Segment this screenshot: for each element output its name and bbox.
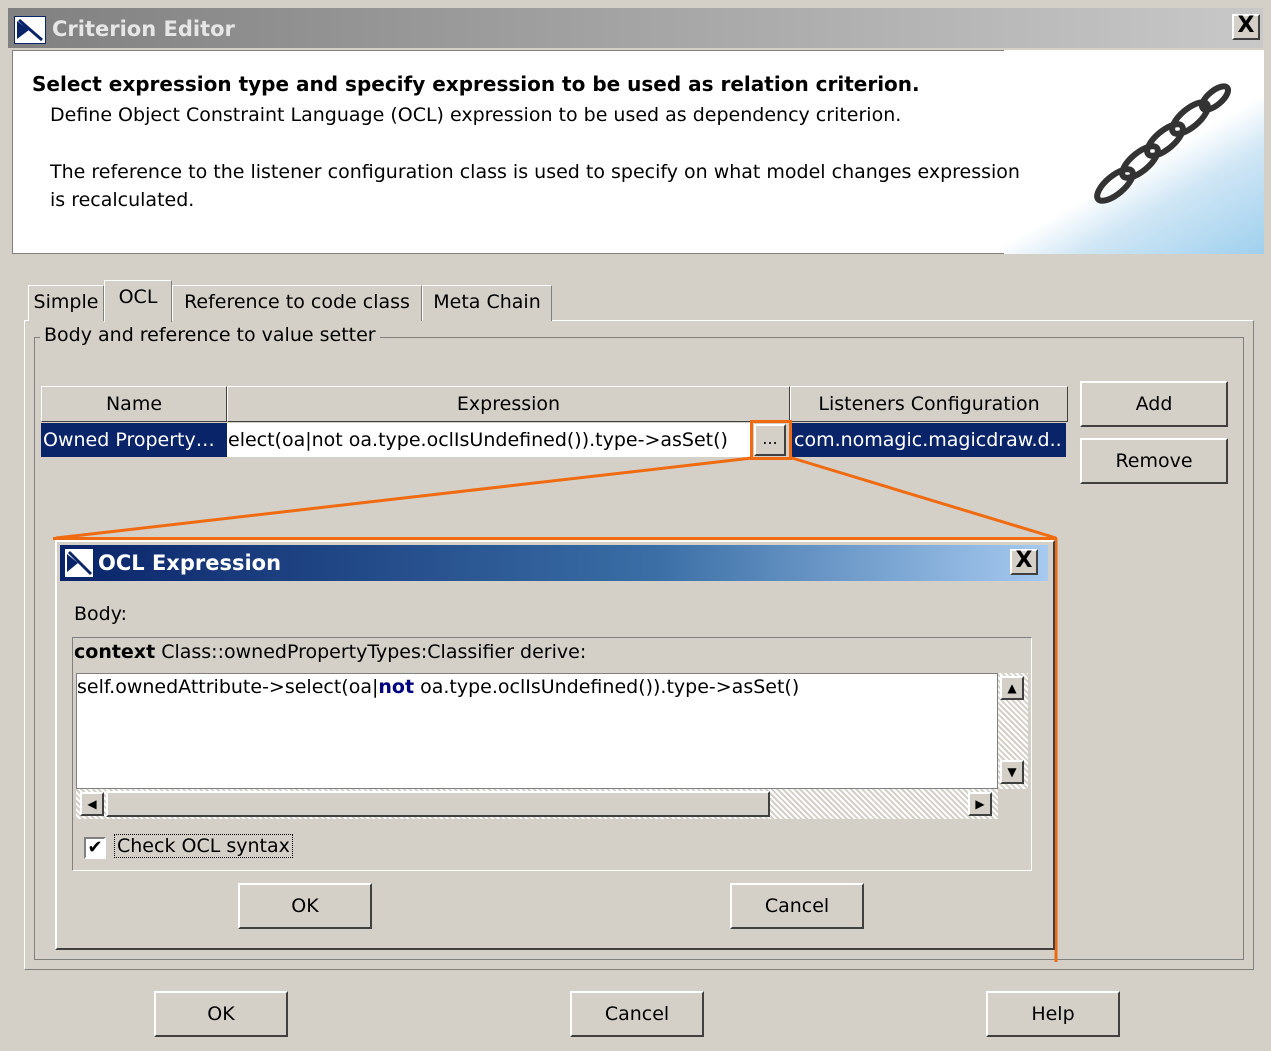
scroll-up-button[interactable]: ▲ [1000,676,1024,700]
scroll-right-button[interactable]: ▶ [968,792,992,816]
ocl-cancel-button[interactable]: Cancel [730,883,864,929]
context-line: context Class::ownedPropertyTypes:Classi… [74,641,586,663]
context-keyword: context [74,641,156,663]
ocl-close-button[interactable]: X [1010,549,1038,575]
ocl-dialog-title: OCL Expression [98,551,282,575]
horizontal-scroll-thumb[interactable] [106,791,770,817]
ocl-app-icon [64,548,94,578]
ok-button[interactable]: OK [154,991,288,1037]
scroll-down-button[interactable]: ▼ [1000,760,1024,784]
help-button[interactable]: Help [986,991,1120,1037]
ocl-ok-button[interactable]: OK [238,883,372,929]
check-ocl-syntax-checkbox[interactable]: ✔ [84,837,106,859]
expression-text-part1: self.ownedAttribute->select(oa| [77,676,379,698]
expression-text-part2: oa.type.oclIsUndefined()).type->asSet() [414,676,800,698]
check-ocl-syntax-label[interactable]: Check OCL syntax [114,834,293,858]
body-label: Body: [74,603,127,625]
cancel-button[interactable]: Cancel [570,991,704,1037]
expression-keyword: not [378,676,415,698]
scroll-left-button[interactable]: ◀ [80,792,104,816]
context-declaration: Class::ownedPropertyTypes:Classifier der… [155,641,587,663]
ocl-body-textarea[interactable]: self.ownedAttribute->select(oa|not oa.ty… [76,673,998,789]
tab-ocl[interactable]: OCL [104,280,172,322]
